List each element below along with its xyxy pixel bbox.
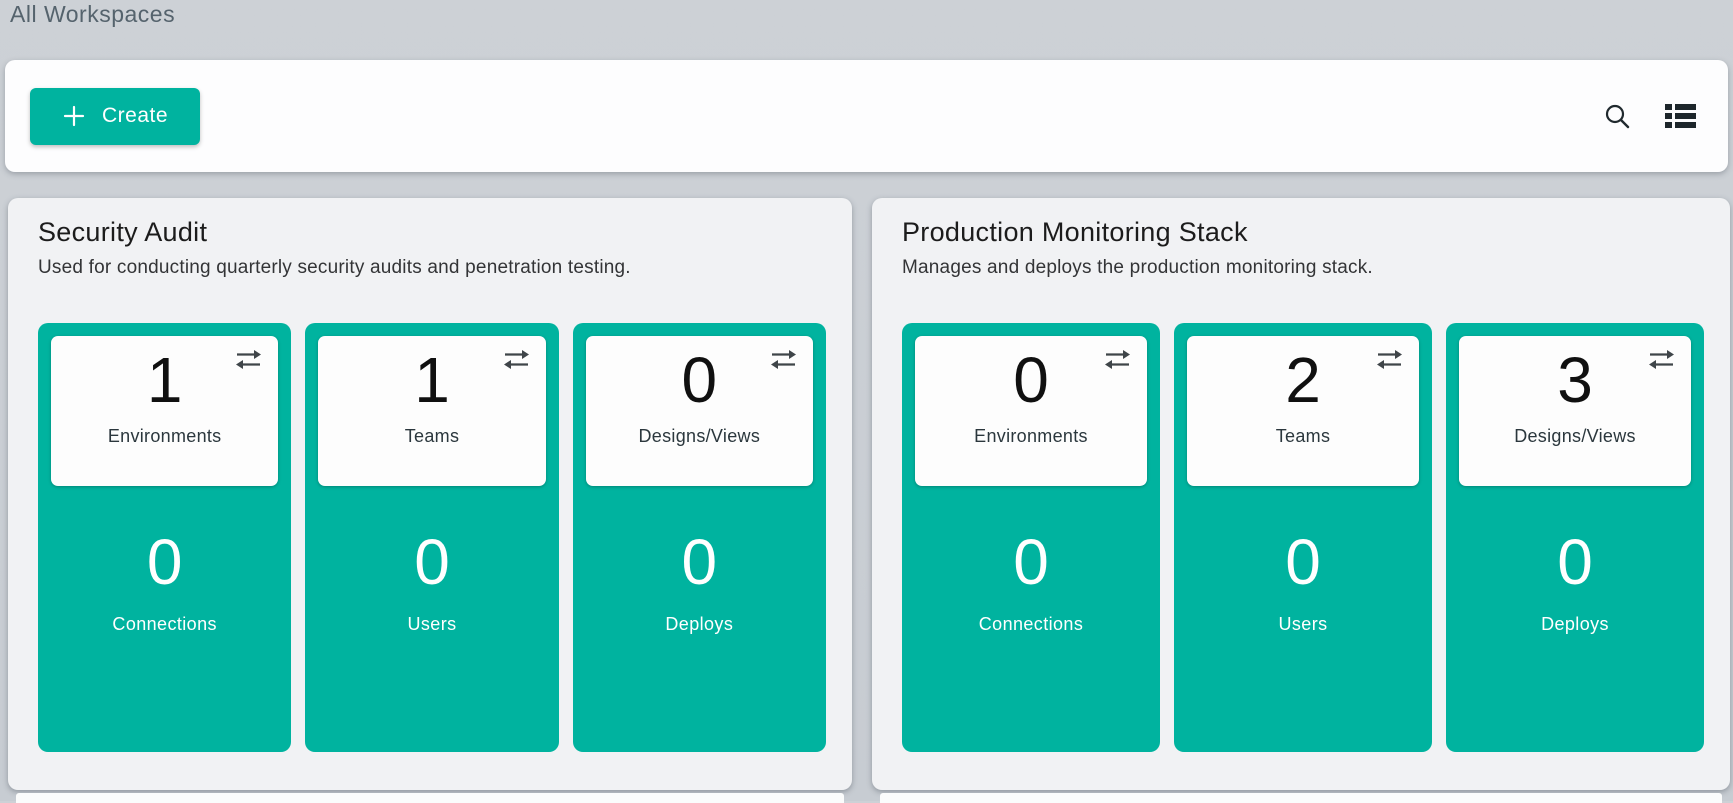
create-button[interactable]: Create	[30, 88, 200, 145]
stat-label: Designs/Views	[586, 426, 813, 447]
workspace-name: Production Monitoring Stack	[902, 214, 1704, 250]
stat-tile-teams[interactable]: 1 Teams 0 Users	[305, 323, 558, 752]
workspace-name: Security Audit	[38, 214, 826, 250]
stat-label: Environments	[51, 426, 278, 447]
toolbar-actions	[1601, 100, 1698, 132]
stat-tile-teams[interactable]: 2 Teams 0 Users	[1174, 323, 1432, 752]
stat-label: Deploys	[586, 614, 813, 635]
stat-value: 0	[915, 526, 1147, 598]
stat-value: 0	[51, 526, 278, 598]
swap-icon[interactable]	[1376, 349, 1403, 370]
stat-label: Deploys	[1459, 614, 1691, 635]
plus-icon	[62, 104, 86, 128]
workspace-description: Manages and deploys the production monit…	[902, 255, 1704, 281]
stat-tile-top: 1 Teams	[318, 336, 545, 486]
stat-tile-bottom: 0 Connections	[51, 486, 278, 752]
search-button[interactable]	[1601, 100, 1633, 132]
stat-label: Teams	[318, 426, 545, 447]
stat-tile-top: 1 Environments	[51, 336, 278, 486]
view-list-icon	[1665, 103, 1696, 129]
stat-label: Teams	[1187, 426, 1419, 447]
search-icon	[1603, 102, 1631, 130]
stat-tile-designs-views[interactable]: 0 Designs/Views 0 Deploys	[573, 323, 826, 752]
next-row-card-peek	[880, 793, 1722, 803]
stat-value: 0	[1187, 526, 1419, 598]
stat-label: Users	[318, 614, 545, 635]
swap-icon[interactable]	[1648, 349, 1675, 370]
stat-value: 0	[1459, 526, 1691, 598]
stat-label: Connections	[51, 614, 278, 635]
swap-icon[interactable]	[235, 349, 262, 370]
workspace-grid: Security Audit Used for conducting quart…	[8, 198, 1730, 790]
stat-tile-designs-views[interactable]: 3 Designs/Views 0 Deploys	[1446, 323, 1704, 752]
swap-icon[interactable]	[770, 349, 797, 370]
stat-tile-bottom: 0 Connections	[915, 486, 1147, 752]
stat-label: Connections	[915, 614, 1147, 635]
stat-tile-bottom: 0 Deploys	[1459, 486, 1691, 752]
swap-icon[interactable]	[503, 349, 530, 370]
stat-tile-environments[interactable]: 1 Environments 0 Connections	[38, 323, 291, 752]
stat-tile-top: 0 Environments	[915, 336, 1147, 486]
stat-tile-bottom: 0 Deploys	[586, 486, 813, 752]
stat-value: 0	[318, 526, 545, 598]
stat-tile-top: 3 Designs/Views	[1459, 336, 1691, 486]
page-title: All Workspaces	[10, 1, 175, 28]
stat-label: Users	[1187, 614, 1419, 635]
stats-grid: 0 Environments 0 Connections 2	[902, 323, 1704, 752]
stat-label: Environments	[915, 426, 1147, 447]
next-row-card-peek	[16, 793, 844, 803]
workspace-card-production-monitoring-stack[interactable]: Production Monitoring Stack Manages and …	[872, 198, 1730, 790]
create-button-label: Create	[102, 104, 168, 128]
view-list-button[interactable]	[1663, 101, 1698, 131]
stat-tile-top: 0 Designs/Views	[586, 336, 813, 486]
stat-tile-top: 2 Teams	[1187, 336, 1419, 486]
stat-label: Designs/Views	[1459, 426, 1691, 447]
stats-grid: 1 Environments 0 Connections 1	[38, 323, 826, 752]
stat-tile-bottom: 0 Users	[318, 486, 545, 752]
stat-value: 0	[586, 526, 813, 598]
stat-tile-bottom: 0 Users	[1187, 486, 1419, 752]
workspace-card-security-audit[interactable]: Security Audit Used for conducting quart…	[8, 198, 852, 790]
stat-tile-environments[interactable]: 0 Environments 0 Connections	[902, 323, 1160, 752]
toolbar: Create	[5, 60, 1728, 172]
swap-icon[interactable]	[1104, 349, 1131, 370]
workspace-description: Used for conducting quarterly security a…	[38, 255, 826, 281]
